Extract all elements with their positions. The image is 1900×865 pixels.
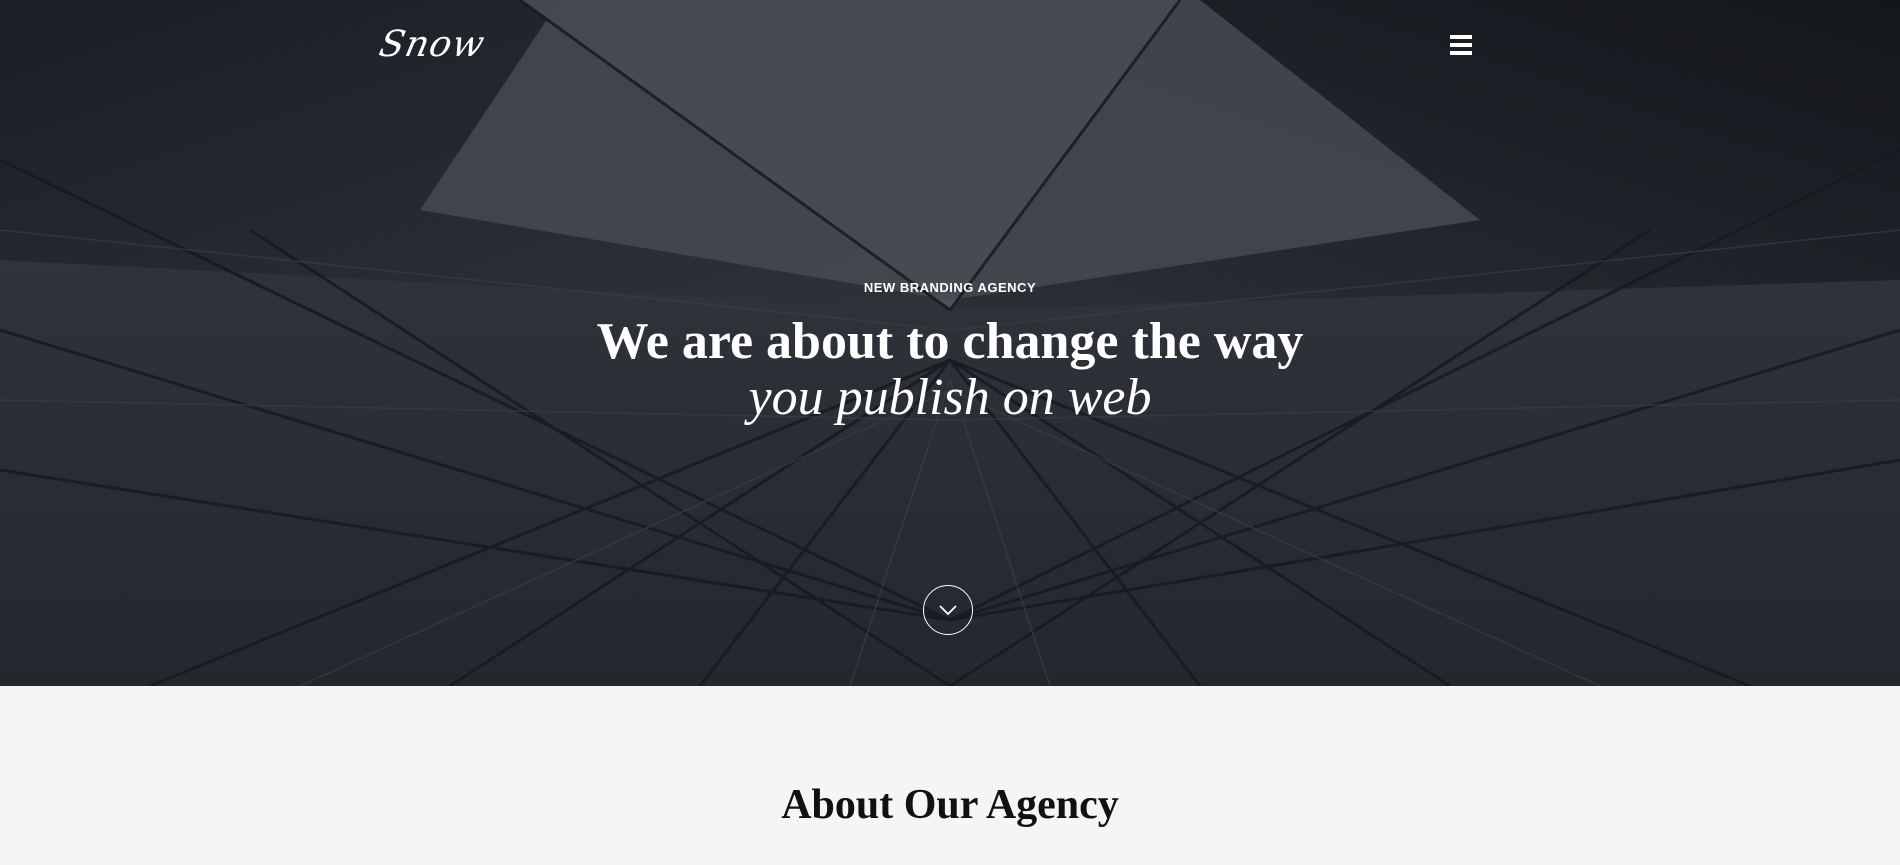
scroll-down-button[interactable]	[923, 585, 973, 635]
menu-bar	[1450, 51, 1472, 55]
hero-headline-italic: you publish on web	[748, 369, 1152, 426]
hero-eyebrow: NEW BRANDING AGENCY	[863, 280, 1037, 295]
site-logo[interactable]: Snow	[376, 24, 489, 65]
hero-section: Snow NEW BRANDING AGENCY We are about to…	[0, 0, 1900, 686]
menu-bar	[1450, 35, 1472, 39]
menu-bar	[1450, 43, 1472, 47]
about-section: About Our Agency	[0, 686, 1900, 865]
hero-headline: We are about to change the way	[596, 313, 1304, 370]
chevron-down-icon	[939, 605, 957, 616]
about-section-title: About Our Agency	[781, 782, 1119, 828]
hamburger-menu-icon[interactable]	[1450, 35, 1476, 59]
